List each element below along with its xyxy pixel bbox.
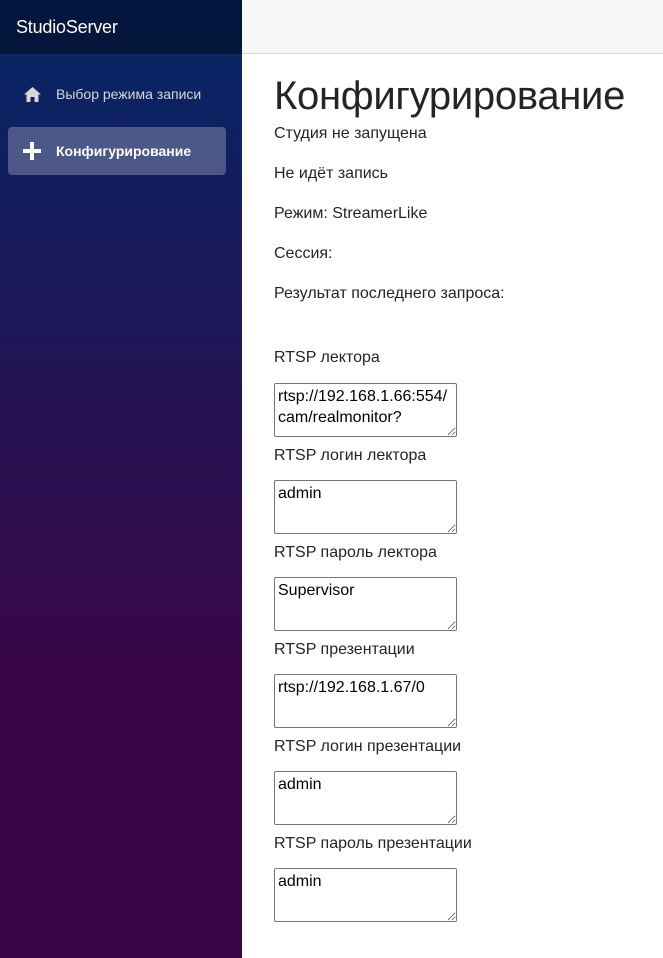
lector-login-label: RTSP логин лектора: [274, 447, 427, 464]
session-status: Сессия:: [274, 245, 333, 262]
nav-menu: Выбор режима записи Конфигурирование: [0, 54, 242, 175]
nav-item-label: Конфигурирование: [56, 143, 192, 159]
presentation-password-label: RTSP пароль презентации: [274, 835, 472, 852]
presentation-login-input[interactable]: admin: [274, 771, 457, 825]
last-request-result: Результат последнего запроса:: [274, 285, 505, 302]
studio-status: Студия не запущена: [274, 125, 427, 142]
lector-rtsp-label: RTSP лектора: [274, 349, 380, 366]
presentation-login-label: RTSP логин презентации: [274, 738, 462, 755]
brand-link[interactable]: StudioServer: [16, 17, 118, 38]
main-content: Конфигурирование Студия не запущена Не и…: [274, 54, 654, 922]
lector-password-label: RTSP пароль лектора: [274, 544, 437, 561]
lector-password-input[interactable]: Supervisor: [274, 577, 457, 631]
mode-status: Режим: StreamerLike: [274, 205, 428, 222]
nav-item-configuration[interactable]: Конфигурирование: [8, 127, 226, 175]
sidebar: StudioServer Выбор режима записи Конфигу…: [0, 0, 242, 958]
nav-item-label: Выбор режима записи: [56, 86, 202, 102]
home-icon: [22, 84, 42, 104]
plus-icon: [22, 141, 42, 161]
presentation-rtsp-label: RTSP презентации: [274, 641, 415, 658]
presentation-password-input[interactable]: admin: [274, 868, 457, 922]
page-title: Конфигурирование: [274, 74, 626, 118]
presentation-rtsp-input[interactable]: rtsp://192.168.1.67/0: [274, 674, 457, 728]
nav-item-recording-mode[interactable]: Выбор режима записи: [8, 70, 226, 118]
brand-bar: StudioServer: [0, 0, 242, 54]
lector-login-input[interactable]: admin: [274, 480, 457, 534]
lector-rtsp-input[interactable]: rtsp://192.168.1.66:554/cam/realmonitor?: [274, 383, 457, 437]
recording-status: Не идёт запись: [274, 165, 389, 182]
top-row: [242, 0, 663, 54]
